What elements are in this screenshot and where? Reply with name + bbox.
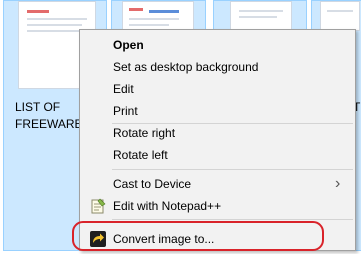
menu-item-print[interactable]: Print [82, 100, 353, 122]
menu-separator [112, 219, 353, 220]
menu-item-edit-with-notepad[interactable]: Edit with Notepad++ [82, 195, 353, 217]
menu-item-edit[interactable]: Edit [82, 78, 353, 100]
notepad-plus-plus-icon [90, 198, 106, 214]
menu-item-label: Cast to Device [113, 177, 192, 191]
menu-item-label: Convert image to... [113, 232, 215, 246]
menu-separator [112, 169, 353, 170]
menu-item-set-desktop-background[interactable]: Set as desktop background [82, 56, 353, 78]
menu-item-cast-to-device[interactable]: Cast to Device › [82, 173, 353, 195]
menu-item-rotate-left[interactable]: Rotate left [82, 144, 353, 166]
convert-arrow-icon [90, 231, 106, 247]
menu-item-rotate-right[interactable]: Rotate right [82, 122, 353, 144]
file-thumbnail [320, 1, 360, 31]
chevron-right-icon: › [335, 175, 341, 192]
context-menu: Open Set as desktop background Edit Prin… [79, 29, 356, 251]
menu-item-convert-image[interactable]: Convert image to... [82, 228, 353, 250]
menu-item-label: Edit with Notepad++ [113, 199, 222, 213]
menu-item-open[interactable]: Open [82, 34, 353, 56]
